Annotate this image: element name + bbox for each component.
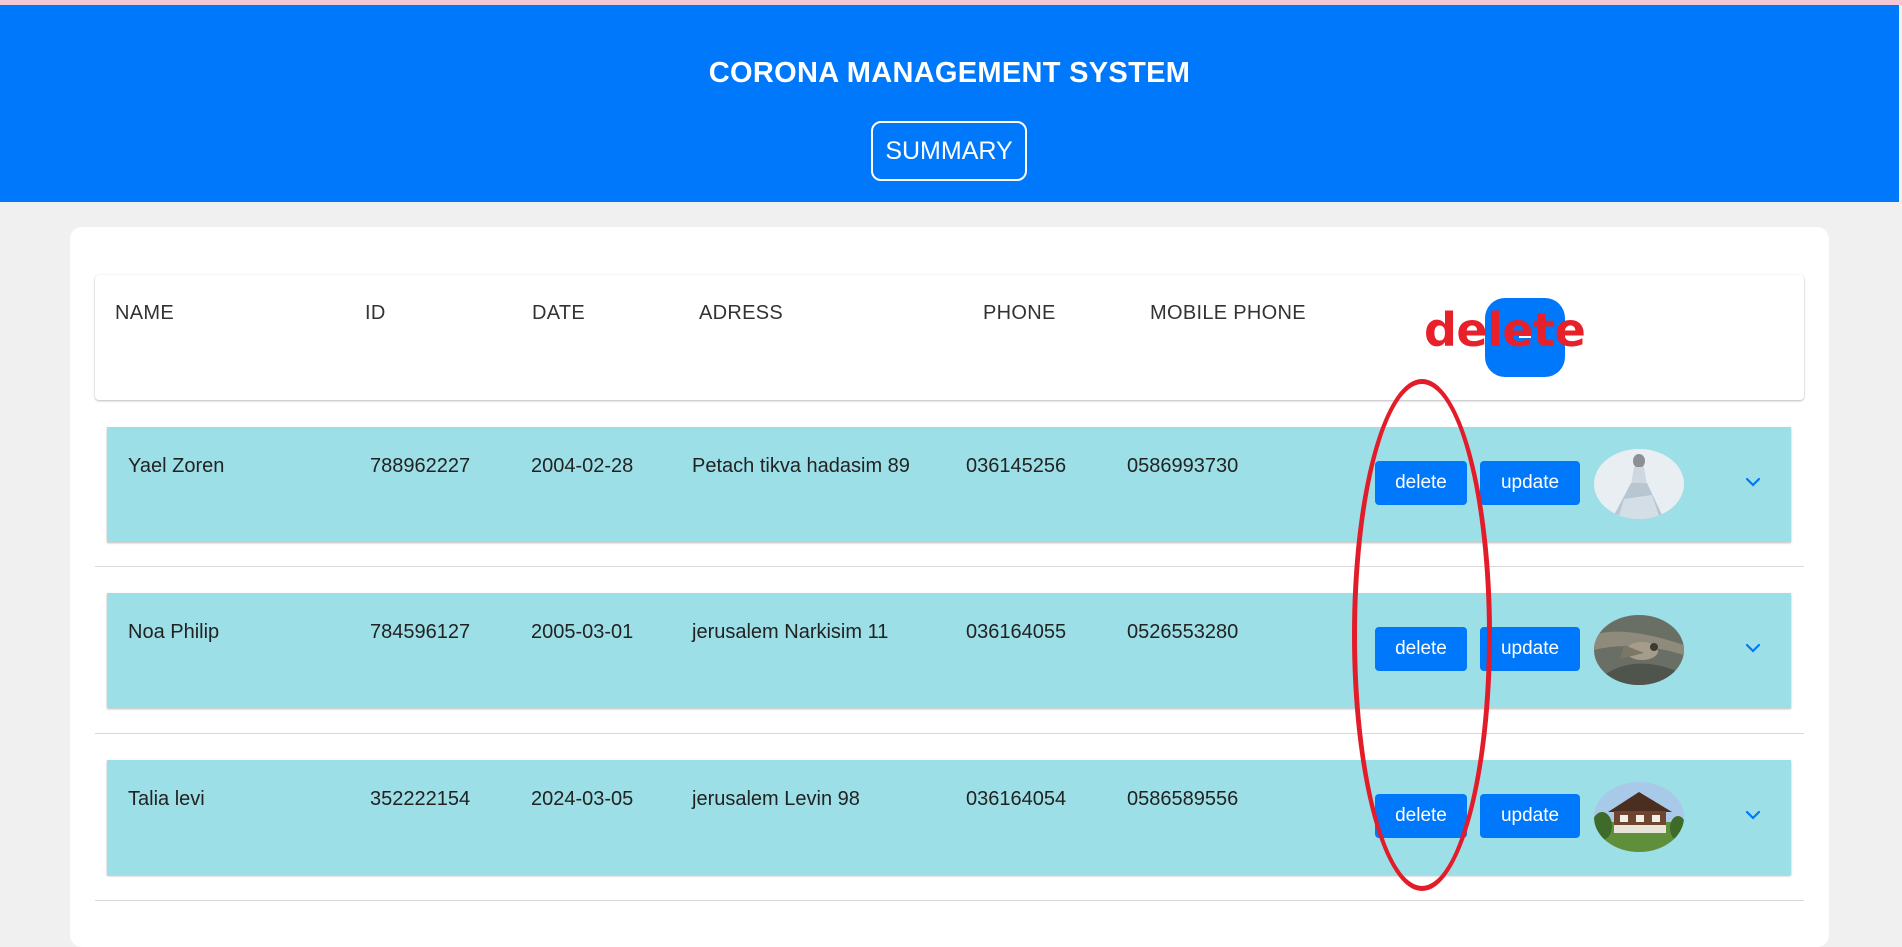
cell-name: Yael Zoren: [128, 455, 225, 477]
cell-mobile: 0586993730: [1127, 455, 1239, 477]
column-header-address: ADRESS: [699, 302, 784, 324]
cell-date: 2024-03-05: [531, 788, 634, 810]
chevron-down-icon[interactable]: [1742, 471, 1764, 493]
cell-date: 2004-02-28: [531, 455, 634, 477]
delete-button[interactable]: delete: [1375, 627, 1467, 671]
cell-address: jerusalem Levin 98: [692, 788, 860, 810]
summary-button[interactable]: SUMMARY: [871, 121, 1027, 181]
cell-id: 784596127: [370, 621, 471, 643]
table-row: Talia levi 352222154 2024-03-05 jerusale…: [107, 760, 1791, 875]
update-button[interactable]: update: [1480, 627, 1580, 671]
cell-address: Petach tikva hadasim 89: [692, 455, 910, 477]
cell-mobile: 0526553280: [1127, 621, 1239, 643]
column-header-id: ID: [365, 302, 386, 324]
avatar-photo-dress[interactable]: [1594, 449, 1684, 519]
cell-address: jerusalem Narkisim 11: [692, 621, 889, 643]
update-button[interactable]: update: [1480, 461, 1580, 505]
cell-id: 352222154: [370, 788, 471, 810]
cell-name: Talia levi: [128, 788, 205, 810]
column-header-phone: PHONE: [983, 302, 1056, 324]
update-button[interactable]: update: [1480, 794, 1580, 838]
cell-phone: 036145256: [966, 455, 1067, 477]
column-header-name: NAME: [115, 302, 174, 324]
row-divider: [95, 733, 1804, 734]
app-header: CORONA MANAGEMENT SYSTEM SUMMARY: [0, 5, 1899, 202]
row-divider: [95, 900, 1804, 901]
cell-id: 788962227: [370, 455, 471, 477]
delete-button[interactable]: delete: [1375, 794, 1467, 838]
cell-mobile: 0586589556: [1127, 788, 1239, 810]
page-title: CORONA MANAGEMENT SYSTEM: [708, 57, 1191, 89]
cell-phone: 036164054: [966, 788, 1067, 810]
table-row: Noa Philip 784596127 2005-03-01 jerusale…: [107, 593, 1791, 708]
table-row: Yael Zoren 788962227 2004-02-28 Petach t…: [107, 427, 1791, 542]
cell-phone: 036164055: [966, 621, 1067, 643]
chevron-down-icon[interactable]: [1742, 804, 1764, 826]
avatar-photo-house[interactable]: [1594, 782, 1684, 852]
annotation-delete-text: delete: [1424, 303, 1586, 357]
column-header-mobile-phone: MOBILE PHONE: [1150, 302, 1306, 324]
column-header-date: DATE: [532, 302, 586, 324]
chevron-down-icon[interactable]: [1742, 637, 1764, 659]
row-divider: [95, 566, 1804, 567]
cell-date: 2005-03-01: [531, 621, 634, 643]
delete-button[interactable]: delete: [1375, 461, 1467, 505]
avatar-photo-bird[interactable]: [1594, 615, 1684, 685]
cell-name: Noa Philip: [128, 621, 220, 643]
